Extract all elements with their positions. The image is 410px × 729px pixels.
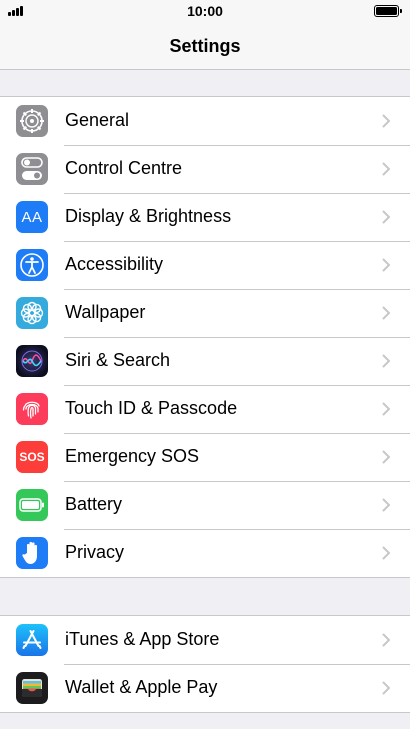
status-bar: 10:00 <box>0 0 410 22</box>
hand-icon <box>16 537 48 569</box>
wallet-icon <box>16 672 48 704</box>
chevron-right-icon <box>382 498 390 512</box>
settings-row-label: Control Centre <box>65 158 183 178</box>
settings-row-itunes-app-store[interactable]: iTunes & App Store <box>0 616 410 664</box>
settings-row-privacy[interactable]: Privacy <box>0 529 410 577</box>
sos-icon: SOS <box>16 441 48 473</box>
settings-row-siri-search[interactable]: Siri & Search <box>0 337 410 385</box>
settings-group-main: General Control Centre AA Display & Brig… <box>0 96 410 578</box>
settings-row-label: Display & Brightness <box>65 206 232 226</box>
status-time: 10:00 <box>187 3 223 19</box>
settings-row-wallet-apple-pay[interactable]: Wallet & Apple Pay <box>0 664 410 712</box>
flower-icon <box>16 297 48 329</box>
settings-row-label: Accessibility <box>65 254 164 274</box>
navigation-bar: Settings <box>0 22 410 70</box>
chevron-right-icon <box>382 162 390 176</box>
siri-icon <box>16 345 48 377</box>
chevron-right-icon <box>382 210 390 224</box>
chevron-right-icon <box>382 450 390 464</box>
chevron-right-icon <box>382 354 390 368</box>
page-title: Settings <box>169 36 241 56</box>
app-store-icon <box>16 624 48 656</box>
chevron-right-icon <box>382 546 390 560</box>
settings-row-label: Battery <box>65 494 123 514</box>
accessibility-icon <box>16 249 48 281</box>
chevron-right-icon <box>382 633 390 647</box>
battery-icon <box>16 489 48 521</box>
gear-icon <box>16 105 48 137</box>
settings-row-label: Privacy <box>65 542 125 562</box>
settings-row-emergency-sos[interactable]: SOS Emergency SOS <box>0 433 410 481</box>
settings-row-label: Siri & Search <box>65 350 171 370</box>
text-size-icon: AA <box>16 201 48 233</box>
chevron-right-icon <box>382 402 390 416</box>
battery-status-icon <box>374 5 402 17</box>
settings-row-touch-id-passcode[interactable]: Touch ID & Passcode <box>0 385 410 433</box>
settings-row-wallpaper[interactable]: Wallpaper <box>0 289 410 337</box>
settings-row-accessibility[interactable]: Accessibility <box>0 241 410 289</box>
chevron-right-icon <box>382 114 390 128</box>
chevron-right-icon <box>382 258 390 272</box>
settings-row-label: Emergency SOS <box>65 446 200 466</box>
settings-row-label: General <box>65 110 130 130</box>
settings-row-label: Wallet & Apple Pay <box>65 677 218 697</box>
sos-glyph: SOS <box>19 450 45 464</box>
settings-row-label: Wallpaper <box>65 302 146 322</box>
settings-row-battery[interactable]: Battery <box>0 481 410 529</box>
chevron-right-icon <box>382 306 390 320</box>
fingerprint-icon <box>16 393 48 425</box>
settings-row-label: Touch ID & Passcode <box>65 398 238 418</box>
settings-group-store: iTunes & App Store Wallet & Apple Pay <box>0 615 410 713</box>
chevron-right-icon <box>382 681 390 695</box>
settings-row-general[interactable]: General <box>0 97 410 145</box>
settings-row-control-centre[interactable]: Control Centre <box>0 145 410 193</box>
settings-row-label: iTunes & App Store <box>65 629 220 649</box>
text-size-glyph: AA <box>21 208 43 226</box>
settings-row-display-brightness[interactable]: AA Display & Brightness <box>0 193 410 241</box>
toggles-icon <box>16 153 48 185</box>
